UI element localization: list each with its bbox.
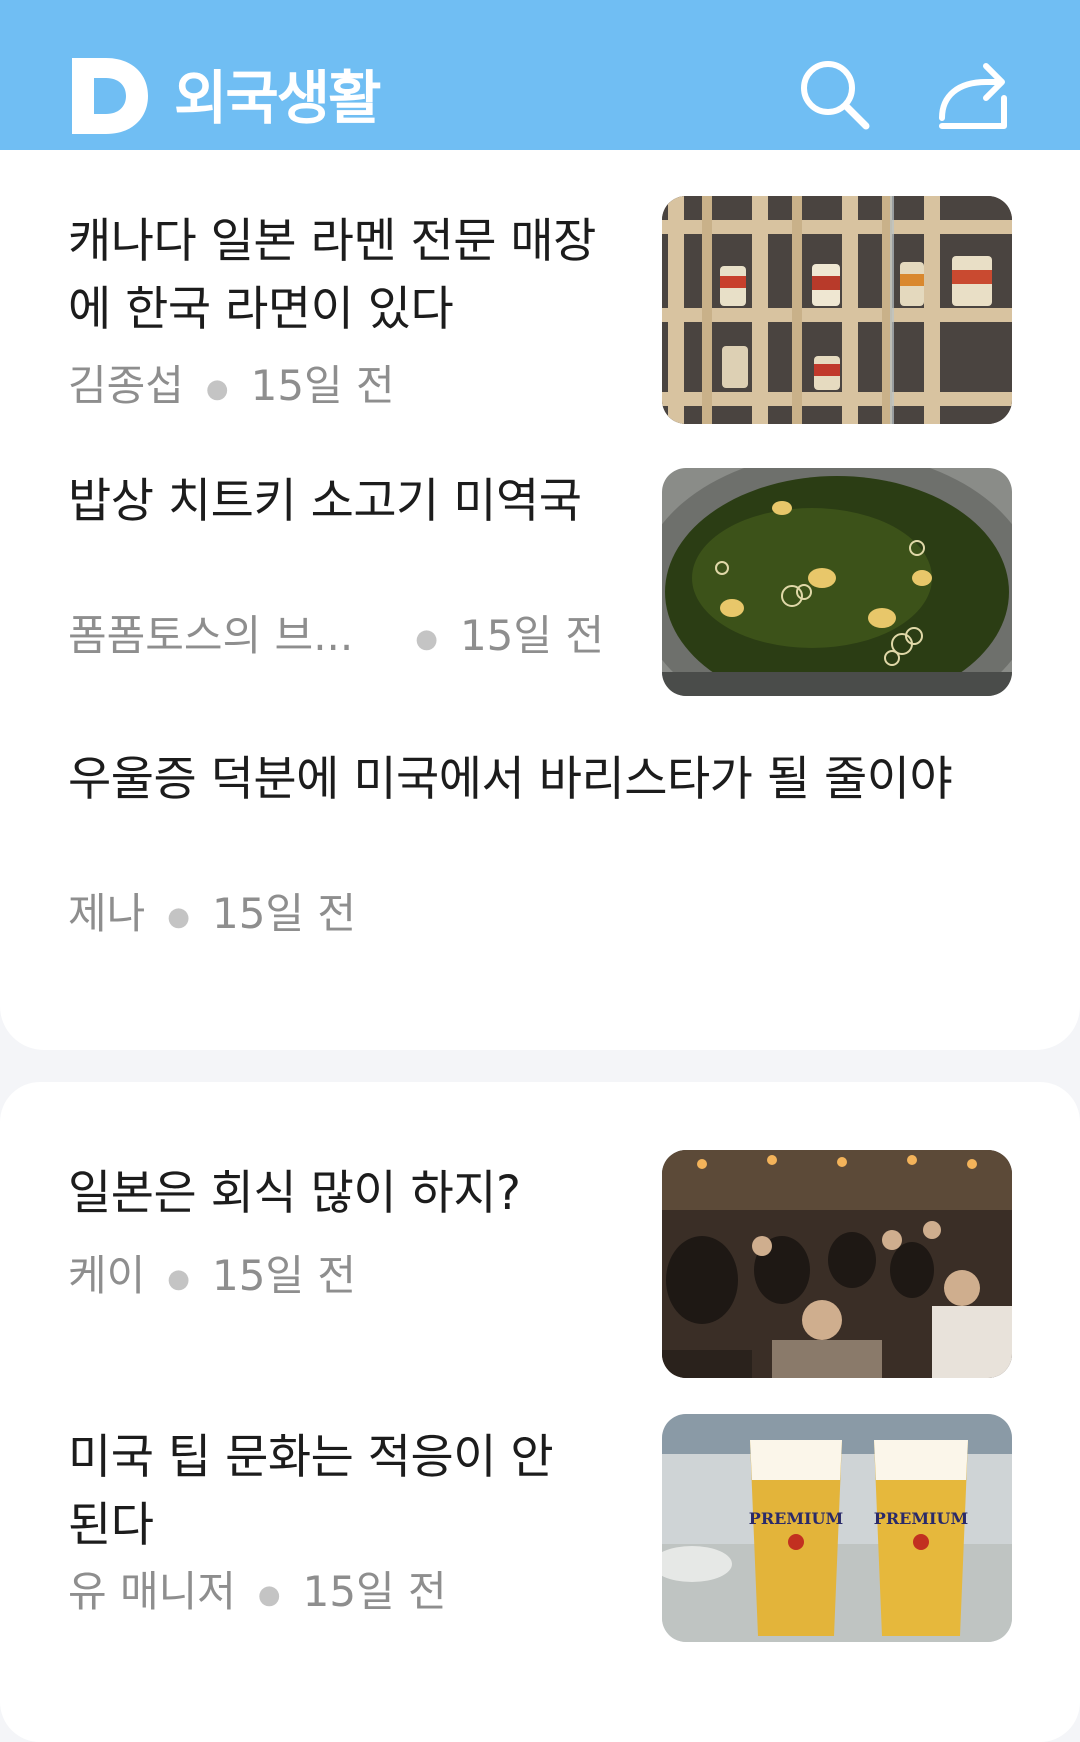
separator-dot: ● — [167, 1263, 190, 1294]
article-time: 15일 전 — [250, 361, 395, 410]
article-author: 폼폼토스의 브... — [68, 611, 354, 660]
article-item[interactable]: 일본은 회식 많이 하지? 케이 ● 15일 전 — [0, 1082, 1080, 1378]
article-time: 15일 전 — [459, 611, 605, 660]
article-time: 15일 전 — [211, 1251, 357, 1300]
app-title: 외국생활 — [174, 64, 381, 132]
article-author: 제나 — [68, 889, 146, 938]
search-icon[interactable] — [798, 58, 870, 130]
article-author: 케이 — [68, 1251, 146, 1300]
separator-dot: ● — [257, 1579, 281, 1610]
beer-label: PREMIUM — [749, 1509, 843, 1528]
article-title: 미국 팁 문화는 적응이 안 된다 — [68, 1430, 554, 1553]
article-meta: 폼폼토스의 브... ● 15일 전 — [68, 608, 604, 667]
separator-dot: ● — [415, 623, 438, 654]
seaweed-soup-image — [662, 468, 1012, 696]
article-item[interactable]: 밥상 치트키 소고기 미역국 폼폼토스의 브... ● 15일 전 — [0, 420, 1080, 700]
article-meta: 케이 ● 15일 전 — [68, 1248, 356, 1307]
article-author: 김종섭 — [68, 361, 184, 410]
article-author: 유 매니저 — [68, 1567, 236, 1616]
article-card-group: 일본은 회식 많이 하지? 케이 ● 15일 전 미국 팁 문화는 적응이 안 … — [0, 1082, 1080, 1742]
article-thumbnail[interactable] — [662, 468, 1012, 696]
article-item[interactable]: 우울증 덕분에 미국에서 바리스타가 될 줄이야 제나 ● 15일 전 — [0, 700, 1080, 1000]
article-meta: 제나 ● 15일 전 — [68, 886, 356, 945]
article-meta: 김종섭 ● 15일 전 — [68, 358, 395, 417]
company-dinner-image — [662, 1150, 1012, 1378]
article-item[interactable]: 캐나다 일본 라멘 전문 매장에 한국 라면이 있다 김종섭 ● 15일 전 — [0, 150, 1080, 424]
separator-dot: ● — [205, 373, 229, 404]
article-thumbnail[interactable] — [662, 196, 1012, 424]
beer-glasses-image: PREMIUM PREMIUM — [662, 1414, 1012, 1642]
share-icon[interactable] — [936, 58, 1010, 132]
article-thumbnail[interactable]: PREMIUM PREMIUM — [662, 1414, 1012, 1642]
article-card-group: 캐나다 일본 라멘 전문 매장에 한국 라면이 있다 김종섭 ● 15일 전 밥… — [0, 150, 1080, 1050]
app-logo[interactable] — [70, 56, 150, 136]
ramen-shelf-image — [662, 196, 1012, 424]
separator-dot: ● — [167, 901, 190, 932]
article-title: 우울증 덕분에 미국에서 바리스타가 될 줄이야 — [68, 752, 953, 807]
article-meta: 유 매니저 ● 15일 전 — [68, 1564, 447, 1623]
article-time: 15일 전 — [211, 889, 357, 938]
article-title: 캐나다 일본 라멘 전문 매장에 한국 라면이 있다 — [68, 214, 596, 337]
article-title: 밥상 치트키 소고기 미역국 — [68, 474, 582, 529]
article-time: 15일 전 — [302, 1567, 447, 1616]
article-item[interactable]: 미국 팁 문화는 적응이 안 된다 유 매니저 ● 15일 전 PREMIUM PR… — [0, 1372, 1080, 1672]
beer-label: PREMIUM — [874, 1509, 968, 1528]
article-title: 일본은 회식 많이 하지? — [68, 1166, 521, 1221]
article-thumbnail[interactable] — [662, 1150, 1012, 1378]
